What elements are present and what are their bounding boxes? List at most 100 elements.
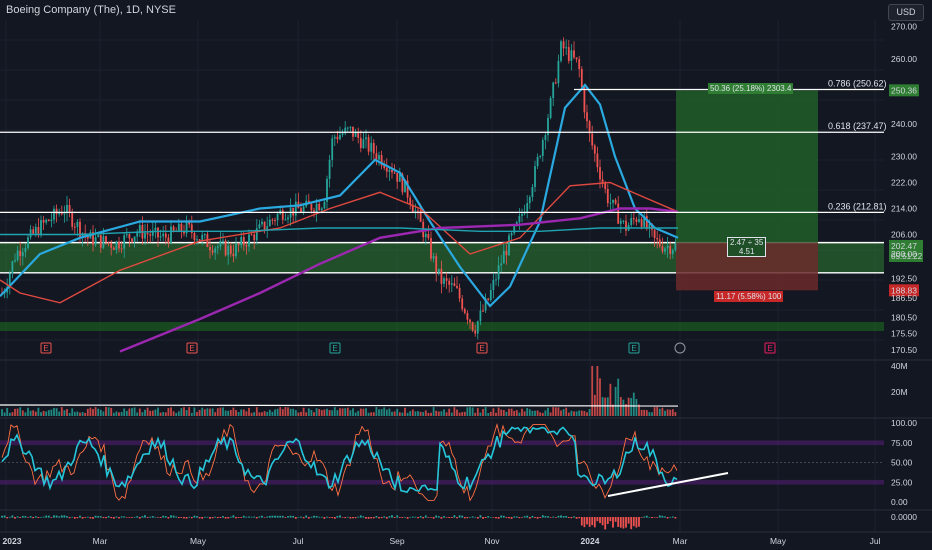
candle-body (570, 50, 573, 61)
volume-bar (328, 410, 331, 416)
candle-body (479, 310, 482, 322)
volume-bar (154, 409, 157, 416)
volume-bar (183, 407, 185, 416)
time-tick-label: 2024 (581, 536, 600, 546)
macd-histogram-bar (380, 517, 383, 519)
macd-histogram-bar (97, 516, 100, 518)
earnings-e-letter: E (631, 344, 636, 353)
time-tick-label: Jul (870, 536, 881, 546)
candle-body (302, 206, 305, 213)
candle-body (534, 166, 536, 187)
candle-body (29, 229, 32, 238)
volume-bar (357, 410, 360, 416)
volume-bar (515, 410, 518, 416)
target-zone[interactable] (676, 90, 818, 243)
target-label[interactable]: 50.36 (25.18%) 2303.4 (708, 83, 794, 95)
candle-body (248, 234, 250, 247)
volume-bar (227, 410, 230, 416)
macd-histogram-bar (406, 517, 409, 519)
macd-histogram-bar (453, 515, 456, 518)
stop-label[interactable]: 11.17 (5.58%) 100 (714, 291, 784, 303)
macd-histogram-bar (276, 515, 279, 518)
candle-body (417, 210, 419, 212)
candle-body (99, 234, 102, 248)
volume-bar (313, 412, 315, 416)
macd-histogram-bar (666, 517, 669, 519)
candle-body (635, 219, 638, 222)
candle-body (32, 229, 35, 234)
volume-bar (287, 407, 289, 416)
macd-histogram-bar (344, 517, 347, 519)
macd-histogram-bar (612, 517, 614, 528)
macd-histogram-bar (396, 515, 399, 518)
volume-bar (237, 411, 240, 416)
volume-bar (40, 412, 42, 416)
macd-histogram-bar (125, 517, 128, 518)
candle-body (224, 240, 227, 256)
macd-histogram-bar (505, 517, 508, 518)
risk-reward-label[interactable]: 2.47 ÷ 35 4.51 (727, 236, 767, 257)
candle-body (284, 219, 287, 221)
volume-bar (146, 407, 149, 416)
candle-body (315, 203, 318, 213)
volume-bar (19, 407, 22, 416)
price-tick-label: 175.50 (891, 329, 917, 339)
macd-histogram-bar (586, 517, 588, 525)
volume-bar (164, 412, 167, 416)
macd-histogram-bar (333, 517, 336, 519)
volume-bar (99, 409, 102, 416)
volume-bar (430, 412, 432, 416)
volume-bar (378, 409, 380, 416)
volume-bar (362, 408, 365, 416)
macd-histogram-bar (398, 517, 401, 518)
macd-histogram-bar (440, 517, 443, 519)
macd-histogram-bar (372, 517, 375, 519)
candle-body (120, 248, 123, 250)
macd-histogram-bar (258, 516, 261, 518)
volume-bar (557, 407, 560, 416)
currency-button[interactable]: USD (888, 4, 924, 21)
macd-histogram-bar (138, 517, 141, 519)
macd-histogram-bar (240, 517, 243, 518)
candle-body (448, 280, 451, 285)
symbol-title[interactable]: Boeing Company (The), 1D, NYSE (6, 4, 176, 16)
candle-body (391, 169, 393, 173)
volume-bar (521, 408, 523, 416)
macd-histogram-bar (567, 517, 570, 519)
volume-bar (66, 409, 68, 416)
volume-bar (476, 408, 479, 416)
candle-body (573, 50, 575, 58)
volume-bar (315, 408, 318, 416)
time-tick-label: 2023 (3, 536, 22, 546)
macd-histogram-bar (151, 516, 154, 518)
macd-histogram-bar (214, 516, 217, 518)
volume-bar (437, 411, 440, 416)
volume-bar (255, 407, 258, 416)
macd-histogram-bar (544, 516, 547, 518)
candle-body (604, 183, 607, 189)
volume-bar (224, 410, 227, 416)
volume-bar (492, 408, 495, 416)
candle-body (107, 242, 110, 244)
candle-body (510, 233, 513, 236)
macd-histogram-bar (427, 517, 430, 518)
volume-bar (3, 412, 6, 416)
macd-histogram-bar (164, 516, 167, 518)
candle-body (146, 232, 149, 235)
macd-histogram-bar (536, 517, 539, 519)
candle-body (606, 188, 609, 204)
macd-histogram-bar (157, 517, 159, 518)
candle-body (388, 169, 391, 172)
fib-label: 0.236 (212.81) (828, 201, 887, 211)
volume-bar (586, 412, 588, 416)
macd-histogram-bar (29, 516, 32, 518)
candle-body (105, 236, 107, 243)
macd-histogram-bar (656, 517, 659, 518)
macd-histogram-bar (414, 516, 417, 518)
volume-bar (42, 410, 45, 416)
candle-body (333, 136, 336, 139)
candle-body (528, 197, 531, 204)
volume-bar (354, 412, 357, 416)
volume-bar (284, 407, 287, 416)
macd-histogram-bar (172, 515, 175, 518)
